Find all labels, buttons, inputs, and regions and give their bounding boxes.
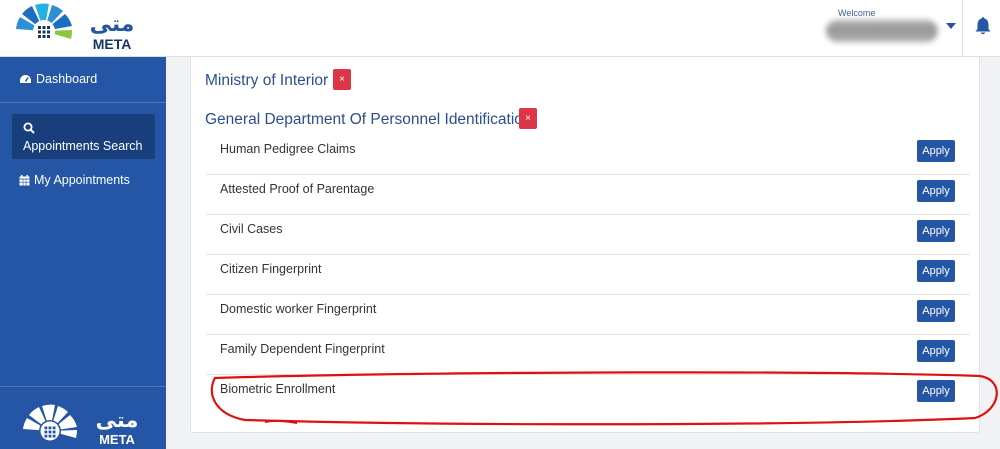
user-menu[interactable]: Welcome XXXXXXXXXXXXXXX... <box>826 7 966 49</box>
divider <box>0 386 166 387</box>
sidebar-item-label: Appointments Search <box>23 139 143 153</box>
top-bar: متى META Welcome XXXXXXXXXXXXXXX... <box>0 0 1000 57</box>
sidebar-item-label: Dashboard <box>36 72 98 86</box>
service-row: Domestic worker Fingerprint Apply <box>206 295 970 335</box>
service-row: Biometric Enrollment Apply <box>206 375 970 415</box>
apply-button[interactable]: Apply <box>917 380 955 402</box>
service-name: Civil Cases <box>220 222 283 236</box>
main-content: Ministry of Interior × General Departmen… <box>166 57 1000 449</box>
user-name: XXXXXXXXXXXXXXX... <box>826 20 938 42</box>
service-row: Attested Proof of Parentage Apply <box>206 175 970 215</box>
svg-text:متى: متى <box>96 408 139 432</box>
search-icon <box>23 122 35 134</box>
services-card: Ministry of Interior × General Departmen… <box>190 57 980 433</box>
service-row: Civil Cases Apply <box>206 215 970 255</box>
sidebar: Dashboard Appointments Search My Appoint… <box>0 57 166 449</box>
service-row: Human Pedigree Claims Apply <box>206 135 970 175</box>
apply-button[interactable]: Apply <box>917 140 955 162</box>
remove-department-button[interactable]: × <box>519 108 537 129</box>
apply-button[interactable]: Apply <box>917 180 955 202</box>
apply-button[interactable]: Apply <box>917 300 955 322</box>
service-row: Citizen Fingerprint Apply <box>206 255 970 295</box>
service-name: Attested Proof of Parentage <box>220 182 375 196</box>
svg-text:META: META <box>99 432 135 447</box>
apply-button[interactable]: Apply <box>917 340 955 362</box>
ministry-title: Ministry of Interior <box>205 72 329 89</box>
service-name: Citizen Fingerprint <box>220 262 322 276</box>
sidebar-item-appointments-search[interactable]: Appointments Search <box>12 114 155 159</box>
caret-down-icon[interactable] <box>946 23 956 29</box>
remove-ministry-button[interactable]: × <box>333 69 351 90</box>
service-row: Family Dependent Fingerprint Apply <box>206 335 970 375</box>
service-name: Family Dependent Fingerprint <box>220 342 385 356</box>
service-name: Domestic worker Fingerprint <box>220 302 377 316</box>
welcome-label: Welcome <box>838 8 876 18</box>
department-title: General Department Of Personnel Identifi… <box>205 111 532 128</box>
apply-button[interactable]: Apply <box>917 220 955 242</box>
svg-text:META: META <box>93 36 132 52</box>
service-name: Human Pedigree Claims <box>220 142 356 156</box>
gauge-icon <box>20 75 31 84</box>
bell-icon[interactable] <box>974 16 992 36</box>
meta-footer-logo: متى META <box>23 404 139 447</box>
meta-logo[interactable]: متى META <box>8 3 143 53</box>
sidebar-item-dashboard[interactable]: Dashboard <box>0 57 166 103</box>
service-name: Biometric Enrollment <box>220 382 336 396</box>
apply-button[interactable]: Apply <box>917 260 955 282</box>
svg-text:متى: متى <box>90 12 135 37</box>
calendar-icon <box>19 175 30 186</box>
divider <box>962 0 963 57</box>
sidebar-item-my-appointments[interactable]: My Appointments <box>0 173 166 195</box>
sidebar-item-label: My Appointments <box>34 173 130 187</box>
